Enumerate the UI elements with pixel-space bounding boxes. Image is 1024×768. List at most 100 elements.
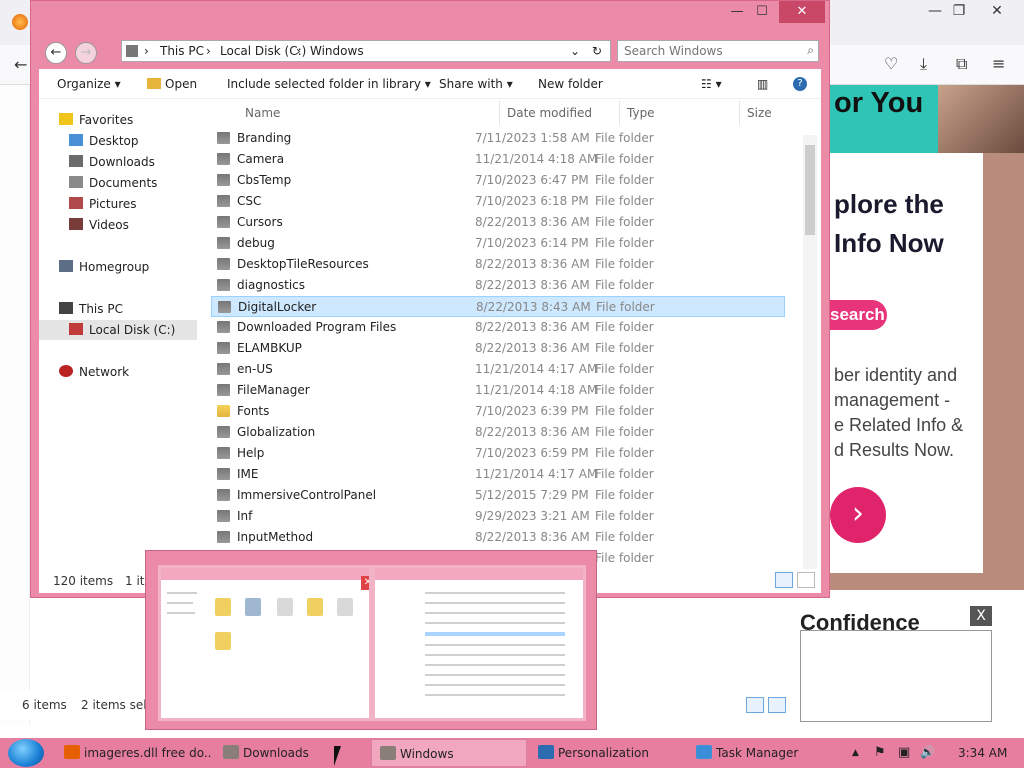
taskbar-windows[interactable]: Windows (371, 739, 527, 767)
help-icon[interactable]: ? (793, 77, 807, 91)
close-button[interactable]: ✕ (779, 1, 825, 23)
organize-button[interactable]: Organize ▾ (57, 77, 121, 91)
table-row[interactable]: Help 7/10/2023 6:59 PM File folder (211, 443, 785, 464)
search-input[interactable] (618, 41, 796, 61)
maximize-button[interactable]: ☐ (747, 1, 777, 23)
volume-icon[interactable]: 🔊 (920, 745, 935, 759)
cell-date: 7/10/2023 6:14 PM (475, 236, 589, 250)
chevron-up-icon[interactable]: ▲ (852, 748, 859, 758)
thumbnail-row-line (425, 644, 565, 646)
column-divider[interactable] (739, 101, 740, 125)
new-folder-button[interactable]: New folder (538, 77, 603, 91)
back-arrow-icon[interactable]: ← (14, 57, 27, 73)
thumbnail-downloads-window[interactable]: ✕ (158, 565, 372, 721)
nav-videos[interactable]: Videos (69, 215, 129, 235)
cell-date: 7/10/2023 6:39 PM (475, 404, 589, 418)
open-button[interactable]: Open (147, 77, 197, 91)
browser-close-button[interactable]: ✕ (974, 0, 1020, 22)
table-row[interactable]: ELAMBKUP 8/22/2013 8:36 AM File folder (211, 338, 785, 359)
nav-favorites[interactable]: Favorites (59, 110, 133, 130)
details-view-button[interactable] (775, 572, 793, 588)
clock[interactable]: 3:34 AM (958, 746, 1007, 760)
nav-this-pc[interactable]: This PC (59, 299, 123, 319)
table-row[interactable]: CbsTemp 7/10/2023 6:47 PM File folder (211, 170, 785, 191)
cell-type: File folder (595, 236, 654, 250)
menu-icon[interactable]: ≡ (992, 56, 1005, 72)
forward-button[interactable]: → (75, 42, 97, 64)
large-icons-view-button[interactable] (797, 572, 815, 588)
network-icon[interactable]: ▣ (898, 745, 910, 760)
table-row[interactable]: FileManager 11/21/2014 4:18 AM File folder (211, 380, 785, 401)
table-row[interactable]: debug 7/10/2023 6:14 PM File folder (211, 233, 785, 254)
column-header-size[interactable]: Size (747, 106, 772, 120)
column-header-type[interactable]: Type (627, 106, 655, 120)
table-row[interactable]: IME 11/21/2014 4:17 AM File folder (211, 464, 785, 485)
ad-search-badge[interactable]: search (828, 300, 887, 330)
include-in-library-button[interactable]: Include selected folder in library ▾ (227, 77, 431, 91)
preview-pane-icon[interactable]: ▥ (757, 77, 768, 91)
table-row[interactable]: Globalization 8/22/2013 8:36 AM File folde… (211, 422, 785, 443)
table-row[interactable]: ImmersiveControlPanel 5/12/2015 7:29 PM Fi… (211, 485, 785, 506)
search-box[interactable]: ⌕ (617, 40, 819, 62)
table-row[interactable]: Inf 9/29/2023 3:21 AM File folder (211, 506, 785, 527)
large-icons-view-button[interactable] (768, 697, 786, 713)
nav-homegroup[interactable]: Homegroup (59, 257, 149, 277)
table-row[interactable]: InputMethod 8/22/2013 8:36 AM File folder (211, 527, 785, 548)
cell-date: 11/21/2014 4:18 AM (475, 152, 598, 166)
thumbnail-windows-window[interactable] (372, 565, 586, 721)
table-row[interactable]: DesktopTileResources 8/22/2013 8:36 AM Fil… (211, 254, 785, 275)
nav-desktop[interactable]: Desktop (69, 131, 139, 151)
breadcrumb-windows[interactable]: Windows (310, 44, 364, 58)
table-row[interactable]: Branding 7/11/2023 1:58 AM File folder (211, 128, 785, 149)
table-row[interactable]: Camera 11/21/2014 4:18 AM File folder (211, 149, 785, 170)
flag-icon[interactable]: ⚑ (874, 745, 886, 760)
taskbar-downloads[interactable]: Downloads (215, 739, 368, 767)
breadcrumb-local-disk[interactable]: Local Disk (C:) (220, 44, 306, 58)
advertisement[interactable]: or You plore the Info Now search ber ide… (828, 85, 1024, 590)
folder-icon (217, 237, 230, 249)
cell-date: 8/22/2013 8:36 AM (475, 320, 590, 334)
thumbnail-close-button[interactable]: ✕ (361, 576, 369, 590)
table-row[interactable]: Cursors 8/22/2013 8:36 AM File folder (211, 212, 785, 233)
search-icon[interactable]: ⌕ (807, 43, 814, 58)
table-row[interactable]: diagnostics 8/22/2013 8:36 AM File folder (211, 275, 785, 296)
cell-type: File folder (595, 152, 654, 166)
nav-network[interactable]: Network (59, 362, 129, 382)
nav-pictures[interactable]: Pictures (69, 194, 137, 214)
thumbnail-file-icon (215, 632, 231, 650)
thumbnail-file-icon (277, 598, 293, 616)
download-icon[interactable]: ⤓ (920, 56, 927, 72)
refresh-icon[interactable]: ↻ (592, 44, 602, 58)
cell-name: DesktopTileResources (237, 257, 369, 271)
nav-local-disk[interactable]: Local Disk (C:) (69, 320, 175, 340)
extensions-icon[interactable]: ⧉ (956, 56, 967, 72)
advertisement-2[interactable]: Confidence X (800, 598, 996, 723)
details-view-button[interactable] (746, 697, 764, 713)
breadcrumb-this-pc[interactable]: This PC (160, 44, 204, 58)
column-divider[interactable] (619, 101, 620, 125)
back-button[interactable]: ← (45, 42, 67, 64)
scrollbar-thumb[interactable] (805, 145, 815, 235)
column-header-date[interactable]: Date modified (507, 106, 592, 120)
address-bar[interactable]: › This PC › Local Disk (C:) › Windows ⌄ … (121, 40, 611, 62)
ad2-close-button[interactable]: X (970, 606, 992, 626)
nav-documents[interactable]: Documents (69, 173, 157, 193)
start-button[interactable] (8, 739, 44, 767)
taskbar-task-manager[interactable]: Task Manager (688, 739, 841, 767)
ad-go-button[interactable]: › (830, 487, 886, 543)
table-row[interactable]: Downloaded Program Files 8/22/2013 8:36 A… (211, 317, 785, 338)
table-row[interactable]: en-US 11/21/2014 4:17 AM File folder (211, 359, 785, 380)
change-view-icon[interactable]: ☷ ▾ (701, 77, 722, 91)
share-with-button[interactable]: Share with ▾ (439, 77, 513, 91)
vertical-scrollbar[interactable] (803, 135, 817, 569)
table-row[interactable]: CSC 7/10/2023 6:18 PM File folder (211, 191, 785, 212)
nav-downloads[interactable]: Downloads (69, 152, 155, 172)
taskbar-firefox[interactable]: imageres.dll free do... (56, 739, 212, 767)
column-divider[interactable] (499, 101, 500, 125)
pocket-icon[interactable]: ♡ (884, 56, 898, 72)
table-row[interactable]: Fonts 7/10/2023 6:39 PM File folder (211, 401, 785, 422)
chevron-down-icon[interactable]: ⌄ (570, 44, 580, 58)
column-header-name[interactable]: Name (245, 106, 280, 120)
taskbar-personalization[interactable]: Personalization (530, 739, 685, 767)
table-row[interactable]: DigitalLocker 8/22/2013 8:43 AM File folde… (211, 296, 785, 317)
